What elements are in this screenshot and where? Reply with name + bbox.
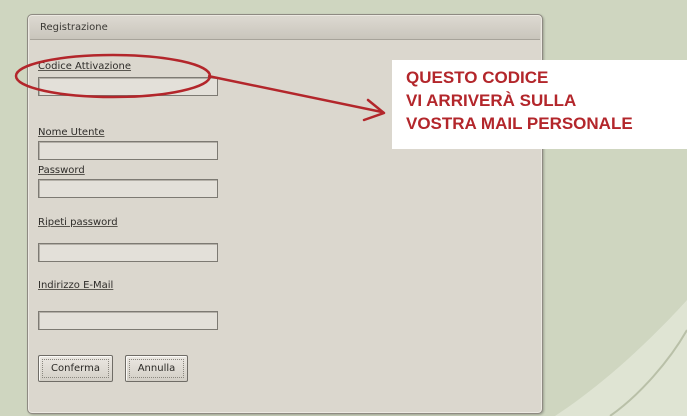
callout-box: QUESTO CODICE VI ARRIVERÀ SULLA VOSTRA M… <box>392 60 687 149</box>
activation-code-input[interactable] <box>38 77 218 96</box>
panel-header: Registrazione <box>30 17 540 40</box>
email-input[interactable] <box>38 311 218 330</box>
panel-title: Registrazione <box>40 22 108 33</box>
callout-line: VOSTRA MAIL PERSONALE <box>406 114 633 133</box>
activation-code-label: Codice Attivazione <box>38 61 132 72</box>
username-label: Nome Utente <box>38 127 105 138</box>
repeat-password-input[interactable] <box>38 243 218 262</box>
email-label: Indirizzo E-Mail <box>38 280 114 291</box>
cancel-button[interactable]: Annulla <box>125 355 188 382</box>
repeat-password-label: Ripeti password <box>38 217 118 228</box>
callout-line: VI ARRIVERÀ SULLA <box>406 91 577 110</box>
password-input[interactable] <box>38 179 218 198</box>
password-label: Password <box>38 165 85 176</box>
username-input[interactable] <box>38 141 218 160</box>
callout-line: QUESTO CODICE <box>406 68 549 87</box>
confirm-button[interactable]: Conferma <box>38 355 113 382</box>
